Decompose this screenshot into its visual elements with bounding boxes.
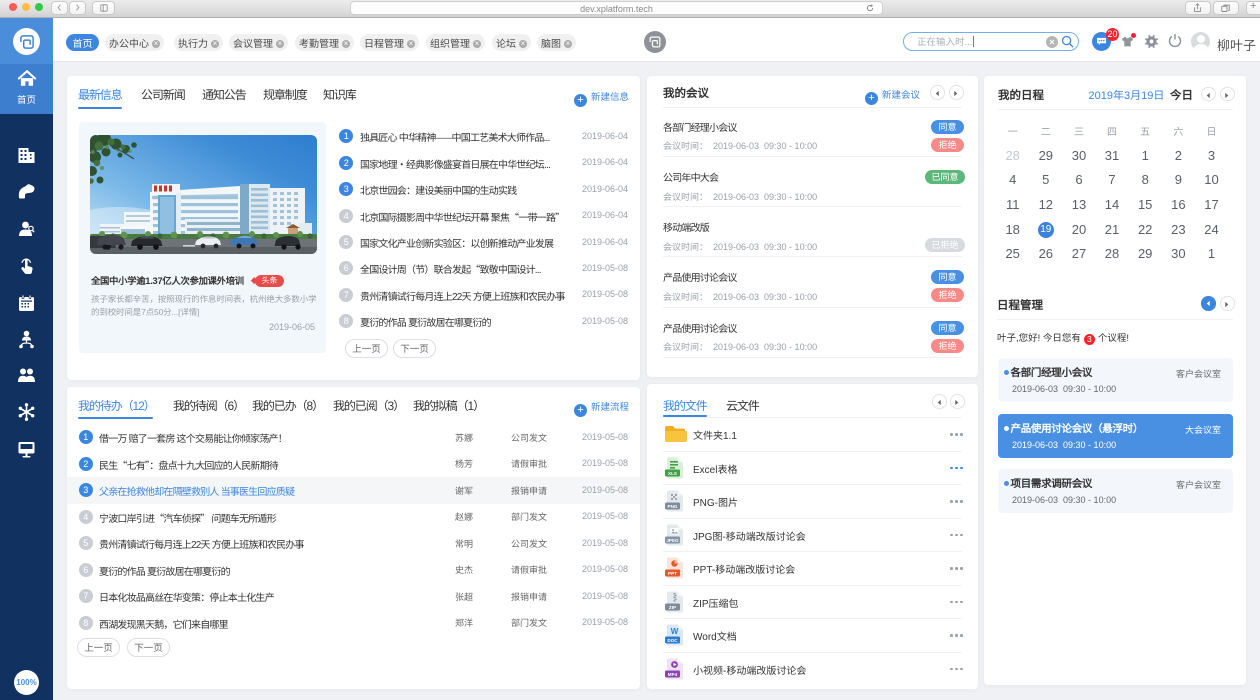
svg-text:W: W <box>671 627 679 636</box>
svg-text:ZIP: ZIP <box>669 604 676 609</box>
svg-text:PNG: PNG <box>668 504 678 509</box>
svg-text:PPT: PPT <box>668 571 677 576</box>
svg-text:DOC: DOC <box>667 638 678 643</box>
svg-text:JPEG: JPEG <box>666 537 679 542</box>
svg-text:MP4: MP4 <box>668 671 678 676</box>
svg-text:XLS: XLS <box>668 470 677 475</box>
